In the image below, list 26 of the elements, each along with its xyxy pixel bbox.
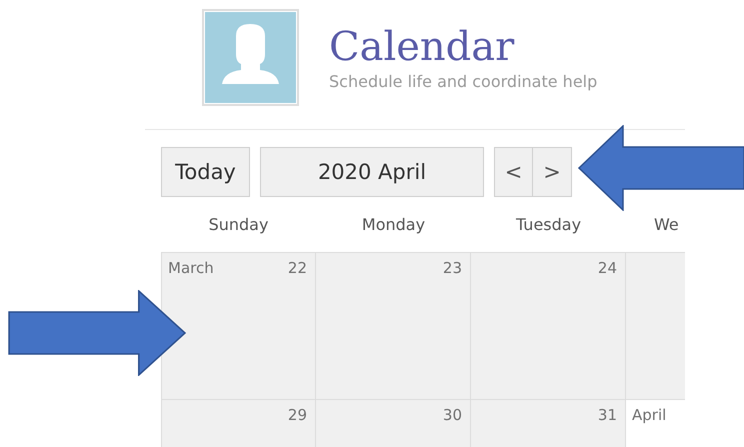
- day-cell[interactable]: 24: [471, 252, 626, 400]
- day-number: 24: [598, 259, 617, 277]
- weekday-header: Tuesday: [516, 215, 582, 234]
- next-button[interactable]: >: [533, 147, 572, 197]
- day-number: 30: [442, 406, 462, 424]
- app-title: Calendar: [329, 24, 516, 70]
- day-number: 23: [442, 259, 462, 277]
- previous-button[interactable]: <: [494, 147, 533, 197]
- weekday-header: Sunday: [208, 215, 268, 234]
- month-label: April: [632, 406, 666, 424]
- weekday-header: Monday: [362, 215, 426, 234]
- day-number: 29: [288, 406, 307, 424]
- day-number: 31: [598, 406, 617, 424]
- day-cell[interactable]: 23: [316, 252, 471, 400]
- day-cell[interactable]: 31: [471, 400, 626, 447]
- day-cell[interactable]: March 22: [161, 252, 316, 400]
- arrow-icon: [578, 125, 744, 211]
- day-number: 22: [288, 259, 307, 277]
- arrow-icon: [8, 290, 186, 376]
- app-subtitle: Schedule life and coordinate help: [329, 72, 598, 91]
- day-cell[interactable]: 30: [316, 400, 471, 447]
- weekday-header: We: [654, 215, 679, 234]
- month-label: March: [168, 259, 214, 277]
- day-cell[interactable]: 29: [161, 400, 316, 447]
- period-button[interactable]: 2020 April: [260, 147, 484, 197]
- today-button[interactable]: Today: [161, 147, 250, 197]
